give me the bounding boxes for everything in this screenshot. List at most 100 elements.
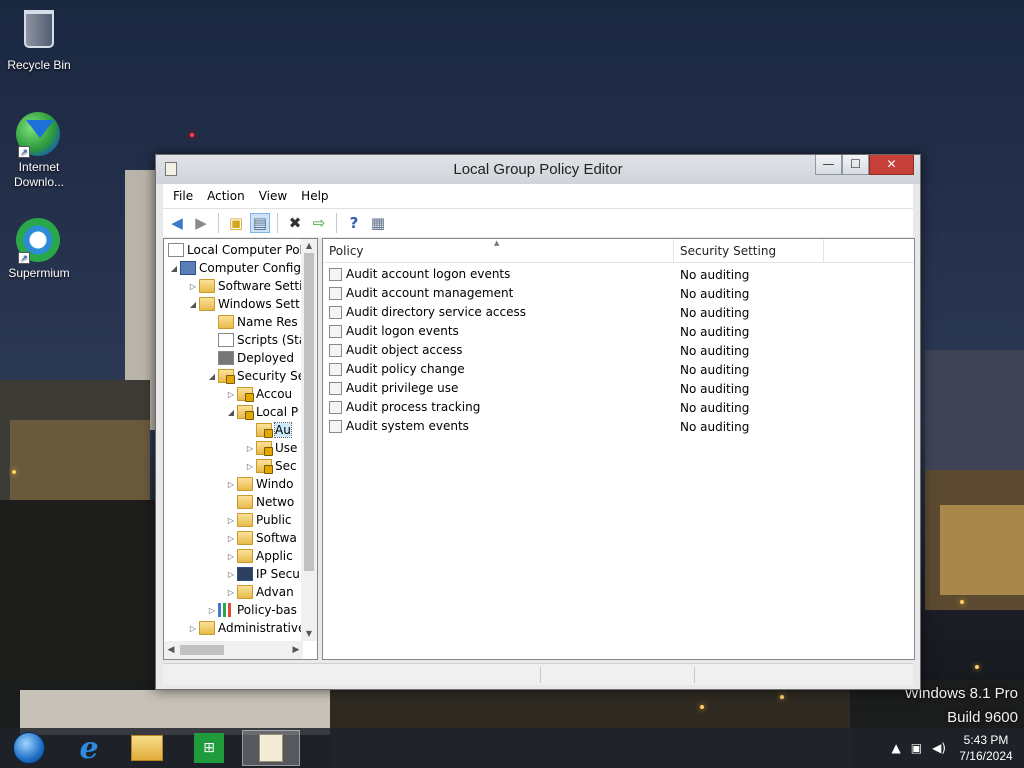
- start-button[interactable]: [0, 730, 58, 766]
- window-title: Local Group Policy Editor: [453, 161, 623, 178]
- collapsed-arrow-icon[interactable]: ▷: [206, 606, 218, 615]
- list-item[interactable]: Audit system events No auditing: [323, 417, 914, 436]
- maximize-button[interactable]: ☐: [842, 155, 869, 175]
- minimize-button[interactable]: —: [815, 155, 842, 175]
- tree-node[interactable]: Netwo: [225, 493, 294, 511]
- locked-folder-icon: [237, 405, 254, 420]
- collapsed-arrow-icon[interactable]: ▷: [225, 588, 237, 597]
- menu-action[interactable]: Action: [200, 189, 252, 203]
- collapsed-arrow-icon[interactable]: ▷: [225, 516, 237, 525]
- help-icon[interactable]: ?: [344, 213, 364, 233]
- tree-node[interactable]: Local Computer Polic: [168, 241, 303, 259]
- clock-date: 7/16/2024: [959, 749, 1013, 763]
- properties-icon[interactable]: ▦: [368, 213, 388, 233]
- scrollbar-thumb[interactable]: [180, 645, 224, 655]
- tree-node[interactable]: Name Res: [206, 313, 298, 331]
- collapsed-arrow-icon[interactable]: ▷: [225, 570, 237, 579]
- volume-icon[interactable]: ◀): [932, 741, 946, 755]
- tree-node-selected[interactable]: Au: [244, 421, 292, 439]
- list-item[interactable]: Audit directory service access No auditin…: [323, 303, 914, 322]
- list-item[interactable]: Audit account logon events No auditing: [323, 265, 914, 284]
- desktop-icon-label: Recycle Bin: [7, 58, 71, 72]
- tree-node[interactable]: ▷ Administrative: [187, 619, 303, 637]
- tree-node[interactable]: ▷ Public: [225, 511, 292, 529]
- tree-horizontal-scrollbar[interactable]: ◀ ▶: [164, 641, 303, 659]
- scroll-up-arrow-icon[interactable]: ▲: [301, 239, 317, 253]
- list-item[interactable]: Audit object access No auditing: [323, 341, 914, 360]
- collapsed-arrow-icon[interactable]: ▷: [244, 462, 256, 471]
- tree-vertical-scrollbar[interactable]: ▲ ▼: [301, 239, 317, 641]
- tree-node[interactable]: ◢ Windows Sett: [187, 295, 300, 313]
- expanded-arrow-icon[interactable]: ◢: [225, 408, 237, 417]
- expanded-arrow-icon[interactable]: ◢: [187, 300, 199, 309]
- taskbar-store[interactable]: ⊞: [180, 730, 238, 766]
- tree-node[interactable]: ◢ Security Se: [206, 367, 303, 385]
- collapsed-arrow-icon[interactable]: ▷: [244, 444, 256, 453]
- list-item[interactable]: Audit logon events No auditing: [323, 322, 914, 341]
- scroll-down-arrow-icon[interactable]: ▼: [301, 627, 317, 641]
- network-icon[interactable]: ▣: [911, 741, 922, 755]
- collapsed-arrow-icon[interactable]: ▷: [187, 282, 199, 291]
- tree-node[interactable]: ▷ Policy-bas: [206, 601, 297, 619]
- clock[interactable]: 5:43 PM 7/16/2024: [956, 732, 1016, 764]
- tree-node[interactable]: ▷ IP Secu: [225, 565, 300, 583]
- show-hide-tree-icon[interactable]: ▤: [250, 213, 270, 233]
- forward-arrow-icon[interactable]: ▶: [191, 213, 211, 233]
- desktop-icon-recycle-bin[interactable]: Recycle Bin: [1, 6, 77, 73]
- expanded-arrow-icon[interactable]: ◢: [168, 264, 180, 273]
- delete-icon[interactable]: ✖: [285, 213, 305, 233]
- list-item[interactable]: Audit process tracking No auditing: [323, 398, 914, 417]
- tree-node[interactable]: ▷ Windo: [225, 475, 294, 493]
- collapsed-arrow-icon[interactable]: ▷: [225, 534, 237, 543]
- taskbar-internet-explorer[interactable]: e: [60, 730, 118, 766]
- title-bar[interactable]: Local Group Policy Editor — ☐ ✕: [156, 155, 920, 184]
- show-hidden-icons-chevron-icon[interactable]: ▲: [892, 741, 901, 755]
- menu-help[interactable]: Help: [294, 189, 335, 203]
- close-button[interactable]: ✕: [869, 155, 914, 175]
- tree-node[interactable]: ▷ Advan: [225, 583, 294, 601]
- collapsed-arrow-icon[interactable]: ▷: [225, 552, 237, 561]
- recycle-bin-icon: [16, 10, 62, 56]
- collapsed-arrow-icon[interactable]: ▷: [225, 390, 237, 399]
- list-item[interactable]: Audit account management No auditing: [323, 284, 914, 303]
- desktop-icon-internet-download-manager[interactable]: ↗ Internet Downlo...: [1, 112, 77, 190]
- file-explorer-icon: [131, 735, 163, 761]
- scroll-right-arrow-icon[interactable]: ▶: [289, 641, 303, 659]
- system-tray: ▲ ▣ ◀) 5:43 PM 7/16/2024: [892, 728, 1024, 768]
- tree-node[interactable]: ▷ Softwa: [225, 529, 297, 547]
- list-item[interactable]: Audit privilege use No auditing: [323, 379, 914, 398]
- collapsed-arrow-icon[interactable]: ▷: [187, 624, 199, 633]
- tree-node[interactable]: ▷ Use: [244, 439, 297, 457]
- back-arrow-icon[interactable]: ◀: [167, 213, 187, 233]
- menu-bar: File Action View Help: [163, 184, 913, 208]
- expanded-arrow-icon[interactable]: ◢: [206, 372, 218, 381]
- scrollbar-thumb[interactable]: [304, 253, 314, 571]
- collapsed-arrow-icon[interactable]: ▷: [225, 480, 237, 489]
- taskbar-group-policy-editor[interactable]: [242, 730, 300, 766]
- folder-icon: [237, 531, 253, 545]
- store-icon: ⊞: [194, 733, 224, 763]
- column-header-policy[interactable]: Policy: [329, 244, 364, 258]
- printer-icon: [218, 351, 234, 365]
- export-list-icon[interactable]: ⇨: [309, 213, 329, 233]
- tree-node[interactable]: Deployed: [206, 349, 294, 367]
- clock-time: 5:43 PM: [963, 733, 1009, 747]
- menu-file[interactable]: File: [166, 189, 200, 203]
- tree-node[interactable]: ▷ Accou: [225, 385, 292, 403]
- tree-node[interactable]: ▷ Applic: [225, 547, 293, 565]
- tree-node[interactable]: Scripts (Sta: [206, 331, 303, 349]
- policy-setting-icon: [329, 267, 342, 281]
- scroll-left-arrow-icon[interactable]: ◀: [164, 641, 178, 659]
- tree-node[interactable]: ◢ Computer Config: [168, 259, 301, 277]
- up-folder-icon[interactable]: ▣: [226, 213, 246, 233]
- toolbar: ◀ ▶ ▣ ▤ ✖ ⇨ ? ▦: [163, 208, 913, 237]
- tree-node[interactable]: ▷ Software Setti: [187, 277, 302, 295]
- list-item[interactable]: Audit policy change No auditing: [323, 360, 914, 379]
- tree-node[interactable]: ◢ Local P: [225, 403, 298, 421]
- column-header-security-setting[interactable]: Security Setting: [680, 244, 776, 258]
- menu-view[interactable]: View: [252, 189, 294, 203]
- tree-node[interactable]: ▷ Sec: [244, 457, 297, 475]
- taskbar-file-explorer[interactable]: [118, 730, 176, 766]
- scripts-icon: [218, 333, 234, 347]
- desktop-icon-supermium[interactable]: ↗ Supermium: [1, 218, 77, 281]
